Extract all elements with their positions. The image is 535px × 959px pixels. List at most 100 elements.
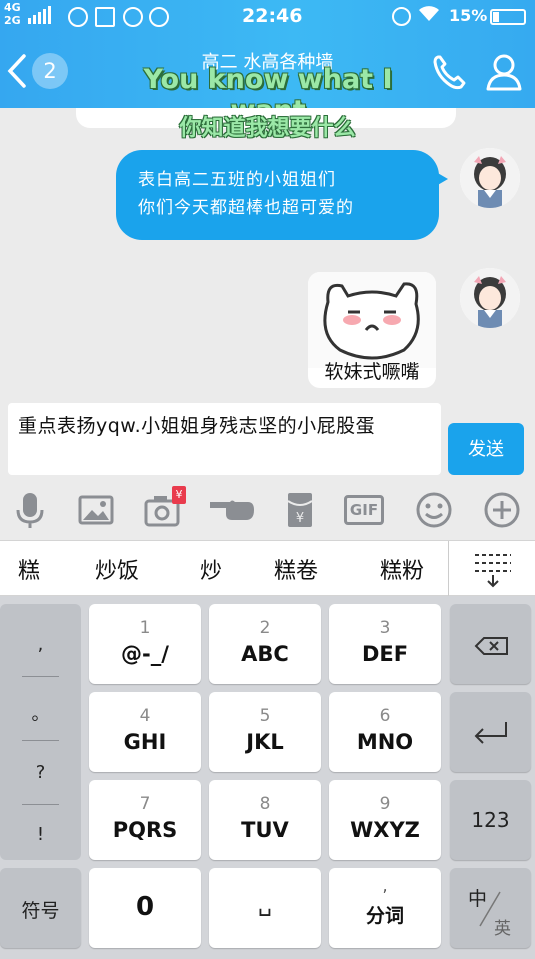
symbol-key[interactable]: 符号 [0, 868, 81, 948]
enter-key[interactable] [450, 692, 531, 772]
image-icon[interactable] [76, 490, 116, 530]
slash-divider [479, 891, 501, 927]
key-1[interactable]: 1 @-_/ [89, 604, 201, 684]
cat-sticker-icon [308, 272, 436, 368]
key-0[interactable]: 0 [89, 868, 201, 948]
key-number: 2 [259, 618, 271, 638]
alarm-icon [392, 7, 411, 26]
backspace-key[interactable] [450, 604, 531, 684]
poke-icon[interactable] [208, 490, 256, 530]
key-7[interactable]: 7 PQRS [89, 780, 201, 860]
expand-candidates-button[interactable] [448, 541, 535, 596]
message-bubble[interactable]: 表白高二五班的小姐姐们 你们今天都超棒也超可爱的 [116, 150, 448, 240]
sticker-message[interactable]: 软妹式噘嘴 [308, 272, 436, 388]
language-switch-key[interactable]: 中 英 [450, 868, 531, 948]
candidate-bar: 糕 炒饭 炒 糕卷 糕粉 [0, 540, 535, 596]
group-profile-button[interactable] [484, 52, 524, 92]
key-letters: ABC [241, 642, 289, 666]
plus-icon[interactable] [482, 490, 522, 530]
signal-icon [28, 6, 51, 24]
key-3[interactable]: 3 DEF [329, 604, 441, 684]
sticker-caption: 软妹式噘嘴 [324, 361, 420, 383]
app-notification-icon [68, 7, 88, 27]
avatar[interactable] [460, 268, 520, 328]
message-line: 你们今天都超棒也超可爱的 [138, 198, 354, 218]
key-number: 7 [139, 794, 151, 814]
symbol-key-label: 符号 [21, 900, 60, 922]
camera-icon[interactable]: ¥ [143, 486, 186, 530]
composer: 重点表扬yqw.小姐姐身残志坚的小屁股蛋 发送 [0, 400, 535, 480]
emoji-icon[interactable] [414, 490, 454, 530]
candidate-word[interactable]: 炒饭 [95, 553, 139, 585]
candidate-word[interactable]: 糕粉 [380, 553, 424, 585]
key-number: 5 [259, 706, 271, 726]
top-header: 4G 2G 22:46 15% 2 高二 水高各种墙 You know what… [0, 0, 535, 126]
enter-icon [474, 722, 507, 744]
key-number: 4 [139, 706, 151, 726]
svg-text:¥: ¥ [296, 511, 304, 526]
number-mode-key[interactable]: 123 [450, 780, 531, 860]
wifi-icon [418, 5, 440, 28]
key-letters: MNO [356, 730, 414, 754]
divider [22, 676, 59, 677]
phone-call-button[interactable] [430, 52, 470, 92]
person-icon [486, 54, 522, 91]
number-mode-label: 123 [471, 808, 510, 832]
gif-label: GIF [344, 495, 384, 525]
key-2[interactable]: 2 ABC [209, 604, 321, 684]
space-key[interactable]: ␣ [209, 868, 321, 948]
candidate-word[interactable]: 糕卷 [274, 553, 318, 585]
segment-key-label: 分词 [365, 905, 404, 927]
space-key-label: ␣ [258, 892, 272, 917]
app-notification-icon-2 [123, 7, 143, 27]
key-number: 6 [379, 706, 391, 726]
key-letters: PQRS [112, 818, 178, 842]
backspace-icon [474, 637, 508, 655]
key-9[interactable]: 9 WXYZ [329, 780, 441, 860]
network-indicator: 4G 2G [4, 1, 21, 27]
punct-key[interactable]: 。 [0, 700, 81, 726]
yen-badge: ¥ [172, 486, 186, 504]
punct-key[interactable]: ! [0, 824, 81, 845]
segment-key[interactable]: , 分词 [329, 868, 441, 948]
key-letters: JKL [246, 730, 284, 754]
battery-icon [490, 9, 526, 25]
status-bar: 4G 2G 22:46 15% [0, 0, 535, 34]
key-letters: WXYZ [350, 818, 420, 842]
phone-icon [433, 55, 466, 90]
battery-percent: 15% [449, 6, 488, 25]
avatar[interactable] [460, 148, 520, 208]
key-number: 0 [135, 892, 155, 922]
message-input[interactable]: 重点表扬yqw.小姐姐身残志坚的小屁股蛋 [8, 403, 441, 475]
clock-time: 22:46 [242, 5, 303, 27]
punct-key[interactable]: , [0, 634, 81, 655]
punct-key[interactable]: ? [0, 762, 81, 783]
unread-badge[interactable]: 2 [32, 53, 68, 89]
key-letters: GHI [123, 730, 167, 754]
t9-keyboard: , 。 ? ! 1 @-_/ 2 ABC 3 DEF 4 GHI 5 JKL 6… [0, 596, 535, 959]
back-button[interactable] [6, 52, 28, 90]
key-number: 9 [379, 794, 391, 814]
candidate-word[interactable]: 炒 [200, 553, 222, 585]
key-5[interactable]: 5 JKL [209, 692, 321, 772]
feature-toolbar: ¥ ¥ GIF [0, 480, 535, 540]
expand-list-icon [475, 554, 511, 588]
microphone-icon[interactable] [10, 490, 50, 530]
lang-en-label: 英 [494, 919, 511, 939]
red-packet-icon[interactable]: ¥ [280, 490, 320, 530]
key-letters: @-_/ [121, 642, 169, 666]
overlay-caption-cn: 你知道我想要什么 [179, 116, 356, 141]
gif-icon[interactable]: GIF [344, 490, 388, 530]
key-4[interactable]: 4 GHI [89, 692, 201, 772]
divider [22, 804, 59, 805]
key-letters: TUV [241, 818, 289, 842]
candidate-word[interactable]: 糕 [18, 553, 40, 585]
screenshot-icon [95, 7, 115, 27]
punctuation-column: , 。 ? ! [0, 604, 81, 860]
key-6[interactable]: 6 MNO [329, 692, 441, 772]
message-line: 表白高二五班的小姐姐们 [138, 170, 336, 190]
key-number: 8 [259, 794, 271, 814]
send-button[interactable]: 发送 [448, 423, 524, 475]
key-8[interactable]: 8 TUV [209, 780, 321, 860]
clock-icon [149, 7, 169, 27]
